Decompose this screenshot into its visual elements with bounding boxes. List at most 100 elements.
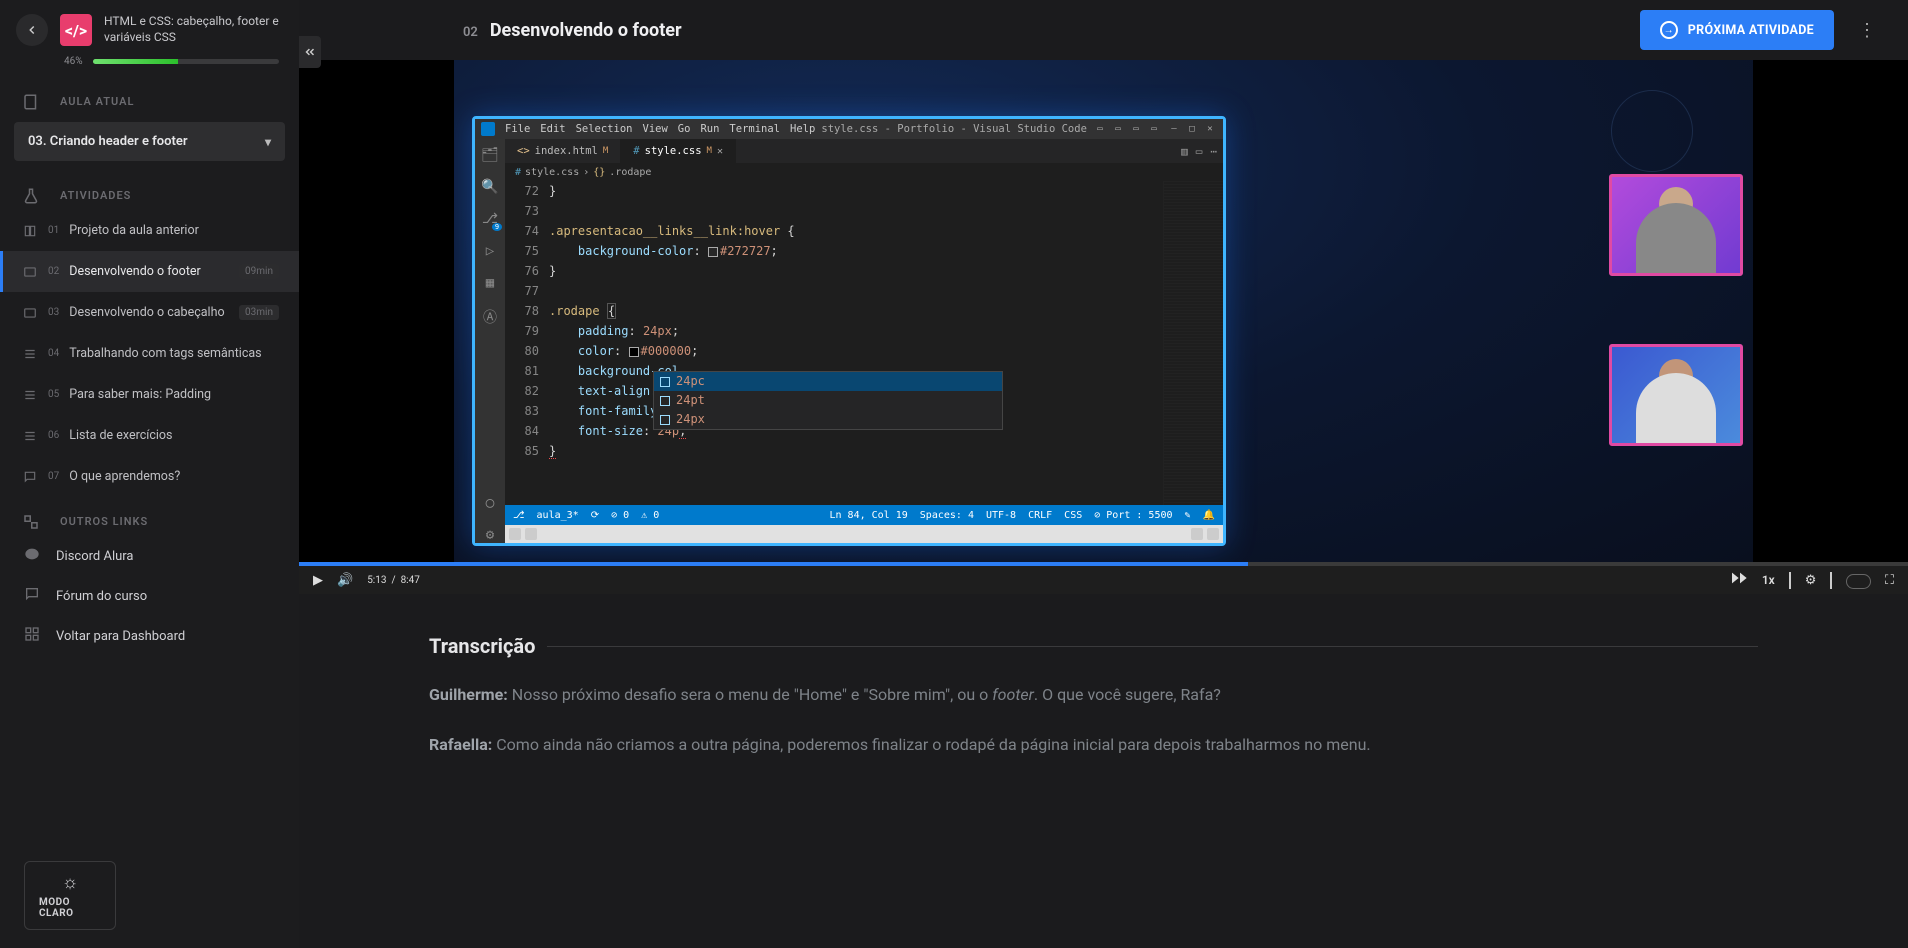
collapse-sidebar-button[interactable] [299,36,321,68]
debug-icon: ▷ [486,243,494,259]
vscode-status-bar: ⎇ aula_3* ⟳ ⊘ 0 ⚠ 0 Ln 84, Col 19 Spaces… [505,505,1223,525]
video-icon [22,306,38,320]
theme-label: MODO CLARO [39,897,101,919]
vscode-code: } .apresentacao__links__link:hover { bac… [549,181,1163,505]
vscode-menu-item: Edit [540,123,565,135]
vscode-breadcrumb: # style.css › {} .rodape [505,163,1223,181]
settings-button[interactable]: ⚙ [1805,573,1817,588]
list-icon [22,388,38,402]
transcript-title: Transcrição [429,634,535,658]
transcript-section: Transcrição Guilherme: Nosso próximo des… [299,594,1908,948]
sun-icon: ☼ [62,872,79,893]
sidebar: </> HTML e CSS: cabeçalho, footer e vari… [0,0,299,948]
activity-item[interactable]: 03Desenvolvendo o cabeçalho03min [0,292,299,333]
activity-duration: 03min [239,305,279,320]
link-item[interactable]: Fórum do curso [0,576,299,616]
activity-number: 06 [48,430,59,441]
lesson-select[interactable]: 03. Criando header e footer ▾ [14,122,285,161]
vscode-activity-bar: 🗂 🔍 ⎇9 ▷ ▦ Ⓐ ◯ ⚙ [475,139,505,543]
chevron-down-icon: ▾ [265,135,271,149]
activity-item[interactable]: 06 Lista de exercícios [0,415,299,456]
extensions-icon: ▦ [486,275,494,291]
progress-percent: 46% [64,56,83,67]
playback-speed[interactable]: 1x [1762,573,1775,587]
bell-icon: 🔔 [1203,510,1215,521]
more-icon: ⋯ [1210,145,1217,158]
activity-number: 03 [48,307,59,318]
captions-button[interactable] [1789,573,1791,588]
fullscreen-button[interactable]: ⛶ [1885,573,1894,588]
vscode-layout-icons: ▭▭▭▭ [1093,124,1161,134]
link-label: Discord Alura [56,549,134,564]
gear-icon: ⚙ [486,527,494,543]
dashboard-icon [24,626,42,646]
discord-icon [24,546,42,566]
link-item[interactable]: Voltar para Dashboard [0,616,299,656]
next-activity-button[interactable]: → PRÓXIMA ATIVIDADE [1640,10,1834,50]
search-icon: 🔍 [481,179,498,195]
theme-toggle-button[interactable]: ☼ MODO CLARO [24,861,116,930]
list-icon [22,429,38,443]
step-number: 02 [463,25,478,40]
topbar: 02 Desenvolvendo o footer → PRÓXIMA ATIV… [299,0,1908,60]
fast-forward-icon [1732,572,1748,584]
lesson-select-label: 03. Criando header e footer [28,134,188,149]
course-icon: </> [60,14,92,46]
link-label: Fórum do curso [56,589,147,604]
account-icon: ◯ [486,495,494,511]
arrow-right-circle-icon: → [1660,21,1678,39]
video-icon [22,265,38,279]
activity-name: Lista de exercícios [69,428,279,443]
activity-name: Projeto da aula anterior [69,223,279,238]
activity-item[interactable]: 02Desenvolvendo o footer09min [0,251,299,292]
feedback-icon: ✎ [1185,510,1191,521]
link-label: Voltar para Dashboard [56,629,185,644]
list-icon [22,347,38,361]
vscode-logo-icon [481,122,495,136]
activity-item[interactable]: 05 Para saber mais: Padding [0,374,299,415]
course-title: HTML e CSS: cabeçalho, footer e variávei… [104,14,283,45]
back-button[interactable] [16,14,48,46]
skip-forward-button[interactable] [1732,572,1748,588]
vscode-menu-item: View [643,123,668,135]
activity-name: Desenvolvendo o footer [69,264,229,279]
volume-button[interactable]: 🔊 [337,573,353,588]
vscode-menu-item: Help [790,123,815,135]
page-title: Desenvolvendo o footer [490,20,682,41]
play-button[interactable]: ▶ [313,573,323,588]
activity-name: Para saber mais: Padding [69,387,279,402]
book-icon [22,93,40,111]
split-icon: ▥ [1181,145,1188,158]
link-icon [22,513,40,531]
activity-name: Trabalhando com tags semânticas [69,346,279,361]
git-branch-icon: ⎇ [513,510,525,521]
activity-item[interactable]: 07O que aprendemos? [0,456,299,497]
link-item[interactable]: Discord Alura [0,536,299,576]
book-icon [22,224,38,238]
video-player[interactable]: FileEditSelectionViewGoRunTerminalHelp s… [299,60,1908,594]
section-aula-atual: AULA ATUAL [0,77,299,116]
vscode-menu-item: Run [700,123,719,135]
activity-item[interactable]: 04Trabalhando com tags semânticas [0,333,299,374]
activity-item[interactable]: 01Projeto da aula anterior [0,210,299,251]
instructor-camera-2 [1609,344,1743,446]
activity-number: 05 [48,389,59,400]
sync-icon: ⟳ [591,510,599,521]
vscode-menu-item: Go [678,123,691,135]
vscode-window-controls: —□✕ [1167,124,1217,134]
progress-bar [93,59,279,64]
section-atividades: ATIVIDADES [0,171,299,210]
progress-row: 46% [44,52,299,77]
pip-button[interactable] [1846,573,1870,588]
vscode-tabs: <> index.html M # style.css M ✕ [505,139,1223,163]
kebab-icon: ⋮ [1858,20,1876,41]
next-activity-label: PRÓXIMA ATIVIDADE [1688,23,1814,38]
section-outros-links: OUTROS LINKS [0,497,299,536]
transcript-paragraph: Guilherme: Nosso próximo desafio sera o … [429,682,1758,708]
more-menu-button[interactable]: ⋮ [1850,12,1884,49]
transcript-paragraph: Rafaella: Como ainda não criamos a outra… [429,732,1758,758]
tab-index-html: <> index.html M [505,139,621,163]
close-icon: ✕ [717,146,723,157]
vscode-menu-item: File [505,123,530,135]
theater-button[interactable] [1830,573,1832,588]
